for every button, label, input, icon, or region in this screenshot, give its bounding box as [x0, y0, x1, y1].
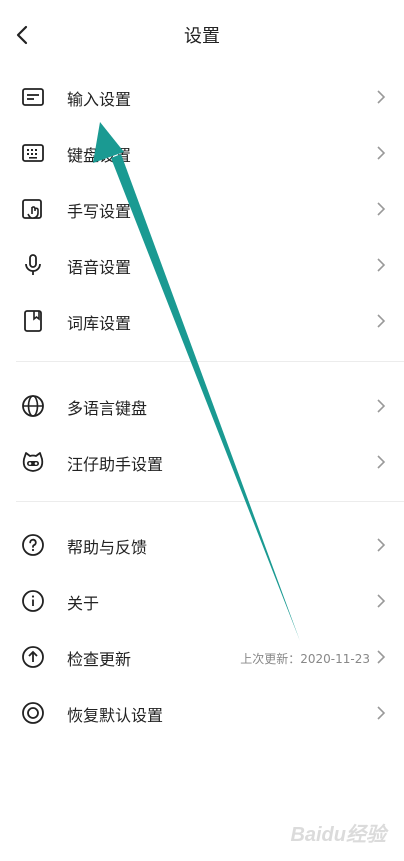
- microphone-icon: [25, 254, 41, 275]
- keyboard-icon: [22, 144, 44, 162]
- row-multilanguage-keyboard[interactable]: 多语言键盘: [0, 377, 404, 433]
- row-check-update[interactable]: 检查更新 上次更新：2020-11-23: [0, 628, 404, 684]
- mascot-icon: [22, 452, 44, 472]
- row-keyboard-settings[interactable]: 键盘设置: [0, 124, 404, 180]
- row-voice-settings[interactable]: 语音设置: [0, 236, 404, 292]
- settings-group-about: 帮助与反馈 关于 检查更新 上次更新：2020-11-23 恢复默认设置: [0, 516, 404, 740]
- row-label: 语音设置: [67, 258, 132, 277]
- chevron-right-icon: [377, 314, 386, 328]
- handwriting-icon: [22, 199, 42, 219]
- row-label: 关于: [67, 594, 100, 613]
- help-icon: [22, 534, 44, 556]
- divider: [16, 361, 404, 362]
- row-assistant-settings[interactable]: 汪仔助手设置: [0, 433, 404, 489]
- row-restore-defaults[interactable]: 恢复默认设置: [0, 684, 404, 740]
- row-label: 词库设置: [67, 314, 132, 333]
- restore-icon: [22, 702, 44, 724]
- row-dictionary-settings[interactable]: 词库设置: [0, 292, 404, 348]
- row-label: 检查更新: [67, 650, 132, 669]
- divider: [16, 501, 404, 502]
- info-icon: [22, 590, 44, 612]
- last-update-text: 上次更新：2020-11-23: [240, 652, 370, 666]
- row-label: 恢复默认设置: [67, 706, 164, 725]
- row-input-settings[interactable]: 输入设置: [0, 68, 404, 124]
- watermark: Baidu经验: [290, 824, 386, 846]
- globe-icon: [22, 395, 44, 417]
- row-handwriting-settings[interactable]: 手写设置: [0, 180, 404, 236]
- chevron-right-icon: [377, 146, 386, 160]
- page-title: 设置: [184, 26, 220, 47]
- row-label: 帮助与反馈: [67, 538, 148, 557]
- row-about[interactable]: 关于: [0, 572, 404, 628]
- chevron-right-icon: [377, 650, 386, 664]
- row-label: 汪仔助手设置: [67, 455, 164, 474]
- row-label: 输入设置: [67, 90, 132, 109]
- chevron-right-icon: [377, 202, 386, 216]
- chevron-right-icon: [377, 455, 386, 469]
- settings-group-extras: 多语言键盘 汪仔助手设置: [0, 377, 404, 489]
- keyboard-input-icon: [22, 88, 44, 106]
- upload-icon: [22, 646, 44, 668]
- chevron-right-icon: [377, 538, 386, 552]
- header: 设置: [0, 0, 404, 70]
- settings-group-input: 输入设置 键盘设置 手写设置 语音设置 词库设置: [0, 68, 404, 348]
- row-label: 多语言键盘: [67, 399, 148, 418]
- dictionary-icon: [24, 310, 42, 332]
- row-label: 键盘设置: [67, 146, 132, 165]
- chevron-right-icon: [377, 594, 386, 608]
- chevron-right-icon: [377, 258, 386, 272]
- chevron-right-icon: [377, 706, 386, 720]
- chevron-right-icon: [377, 90, 386, 104]
- row-help-feedback[interactable]: 帮助与反馈: [0, 516, 404, 572]
- row-label: 手写设置: [67, 202, 132, 221]
- chevron-right-icon: [377, 399, 386, 413]
